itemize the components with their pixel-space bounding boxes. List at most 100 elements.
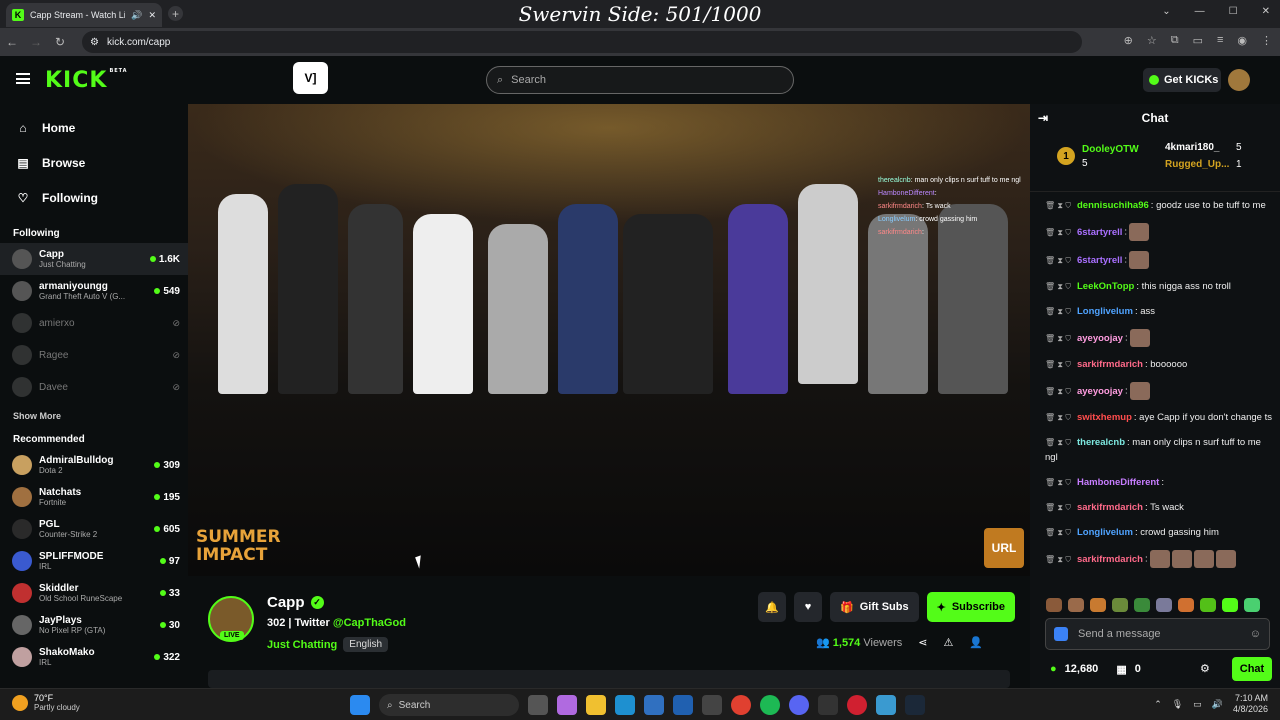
video-player[interactable]: therealcnb: man only clips n surf tuff t…	[188, 104, 1030, 576]
emote-icon[interactable]	[1178, 598, 1194, 612]
minimize-icon[interactable]: —	[1195, 6, 1205, 17]
zoom-icon[interactable]: ⊕	[1124, 34, 1133, 47]
chrome-icon[interactable]	[731, 695, 751, 715]
mod-tools-icons[interactable]: 🗑 ⧗ ⛉	[1045, 334, 1071, 343]
mod-tools-icons[interactable]: 🗑 ⧗ ⛉	[1045, 228, 1071, 237]
file-explorer-icon[interactable]	[586, 695, 606, 715]
task-view-icon[interactable]	[528, 695, 548, 715]
mod-tools-icons[interactable]: 🗑 ⧗ ⛉	[1045, 256, 1071, 265]
emote-icon[interactable]	[1090, 598, 1106, 612]
media-icon[interactable]: ≡	[1217, 34, 1223, 47]
follow-heart-button[interactable]: ♥	[794, 592, 822, 622]
mod-tools-icons[interactable]: 🗑 ⧗ ⛉	[1045, 413, 1071, 422]
network-icon[interactable]: ▭	[1193, 699, 1202, 710]
following-channel[interactable]: Capp Just Chatting 1.6K	[0, 243, 188, 275]
host-user-icon[interactable]: 👤	[969, 636, 983, 649]
emote-icon[interactable]	[1200, 598, 1216, 612]
chat-username[interactable]: Longlivelum	[1077, 306, 1133, 317]
cast-icon[interactable]: ▭	[1193, 34, 1203, 47]
emote-icon[interactable]	[1222, 598, 1238, 612]
close-icon[interactable]: ✕	[1262, 6, 1270, 17]
extensions-icon[interactable]: ⧉	[1171, 34, 1179, 47]
vlogo-icon[interactable]: V]	[293, 62, 328, 94]
emote-icon[interactable]	[1156, 598, 1172, 612]
leader-name-3[interactable]: Rugged_Up...	[1165, 159, 1229, 170]
twitter-handle-link[interactable]: @CapThaGod	[333, 617, 406, 629]
chevron-down-icon[interactable]: ⌄	[1162, 6, 1170, 17]
emote-icon[interactable]	[1112, 598, 1128, 612]
reload-icon[interactable]: ↻	[48, 35, 72, 49]
mod-tools-icons[interactable]: 🗑 ⧗ ⛉	[1045, 503, 1071, 512]
recommended-channel[interactable]: Skiddler Old School RuneScape 33	[0, 577, 188, 609]
recommended-channel[interactable]: PGL Counter-Strike 2 605	[0, 513, 188, 545]
collapse-chat-icon[interactable]: ⇥	[1038, 111, 1048, 125]
bookmark-star-icon[interactable]: ☆	[1147, 34, 1157, 47]
chat-username[interactable]: HamboneDifferent	[1077, 477, 1159, 488]
get-kicks-button[interactable]: Get KICKs	[1143, 68, 1221, 92]
recommended-channel[interactable]: AdmiralBulldog Dota 2 309	[0, 449, 188, 481]
following-channel[interactable]: Davee ⊘	[0, 371, 188, 403]
windows-start-icon[interactable]	[350, 695, 370, 715]
chat-username[interactable]: dennisuchiha96	[1077, 200, 1149, 211]
chat-username[interactable]: LeekOnTopp	[1077, 281, 1134, 292]
chat-username[interactable]: sarkifrmdarich	[1077, 359, 1143, 370]
show-more-link[interactable]: Show More	[0, 403, 188, 429]
emote-icon[interactable]	[1068, 598, 1084, 612]
steam-icon[interactable]	[905, 695, 925, 715]
nav-browse[interactable]: ▤ Browse	[0, 145, 188, 180]
leader-name-2[interactable]: 4kmari180_	[1165, 142, 1220, 153]
leader-name-1[interactable]: DooleyOTW	[1082, 144, 1139, 155]
kick-emote-icon[interactable]	[1054, 627, 1068, 641]
opera-icon[interactable]	[847, 695, 867, 715]
chat-username[interactable]: sarkifrmdarich	[1077, 502, 1143, 513]
emote-icon[interactable]	[1244, 598, 1260, 612]
mod-tools-icons[interactable]: 🗑 ⧗ ⛉	[1045, 360, 1071, 369]
chat-username[interactable]: switxhemup	[1077, 412, 1132, 423]
forward-icon[interactable]: →	[24, 35, 48, 49]
chat-username[interactable]: ayeyoojay	[1077, 386, 1123, 397]
nav-home[interactable]: ⌂ Home	[0, 110, 188, 145]
send-chat-button[interactable]: Chat	[1232, 657, 1272, 681]
search-input[interactable]: ⌕ Search	[486, 66, 794, 94]
following-channel[interactable]: Ragee ⊘	[0, 339, 188, 371]
copilot-icon[interactable]	[557, 695, 577, 715]
site-info-icon[interactable]: ⚙	[90, 37, 99, 48]
nav-following[interactable]: ♡ Following	[0, 180, 188, 215]
notepad-icon[interactable]	[876, 695, 896, 715]
back-icon[interactable]: ←	[0, 35, 24, 49]
chat-username[interactable]: Longlivelum	[1077, 527, 1133, 538]
url-field[interactable]: ⚙ kick.com/capp	[82, 31, 1082, 53]
following-channel[interactable]: amierxo ⊘	[0, 307, 188, 339]
clock[interactable]: 7:10 AM 4/8/2026	[1233, 693, 1268, 715]
menu-dots-icon[interactable]: ⋮	[1261, 34, 1272, 47]
maximize-icon[interactable]: ☐	[1229, 6, 1238, 17]
chat-username[interactable]: 6startyrell	[1077, 255, 1122, 266]
volume-icon[interactable]: 🔊	[1212, 699, 1223, 710]
profile-icon[interactable]: ◉	[1237, 34, 1247, 47]
report-warning-icon[interactable]: ⚠	[944, 636, 954, 649]
mod-tools-icons[interactable]: 🗑 ⧗ ⛉	[1045, 307, 1071, 316]
category-link[interactable]: Just Chatting	[267, 639, 337, 651]
discord-icon[interactable]	[789, 695, 809, 715]
channel-name[interactable]: Capp	[267, 594, 305, 611]
recommended-channel[interactable]: ShakoMako IRL 322	[0, 641, 188, 673]
subscribe-button[interactable]: ✦ Subscribe	[926, 592, 1015, 622]
notification-bell-button[interactable]: 🔔	[758, 592, 786, 622]
recommended-channel[interactable]: JayPlays No Pixel RP (GTA) 30	[0, 609, 188, 641]
send-message-input[interactable]: Send a message ☺	[1045, 618, 1270, 650]
recommended-channel[interactable]: Natchats Fortnite 195	[0, 481, 188, 513]
settings-app-icon[interactable]	[702, 695, 722, 715]
emote-icon[interactable]	[1046, 598, 1062, 612]
tray-chevron-icon[interactable]: ⌃	[1154, 699, 1162, 710]
mod-tools-icons[interactable]: 🗑 ⧗ ⛉	[1045, 387, 1071, 396]
recommended-channel[interactable]: SPLIFFMODE IRL 97	[0, 545, 188, 577]
emoji-smiley-icon[interactable]: ☺	[1250, 628, 1261, 640]
mod-tools-icons[interactable]: 🗑 ⧗ ⛉	[1045, 438, 1071, 447]
store-app-icon[interactable]	[644, 695, 664, 715]
weather-widget[interactable]: 70°F Partly cloudy	[12, 693, 80, 712]
edge-icon[interactable]	[615, 695, 635, 715]
emote-icon[interactable]	[1134, 598, 1150, 612]
language-tag[interactable]: English	[343, 637, 389, 652]
kick-logo[interactable]: KICK BETA	[45, 68, 128, 93]
chat-username[interactable]: ayeyoojay	[1077, 333, 1123, 344]
